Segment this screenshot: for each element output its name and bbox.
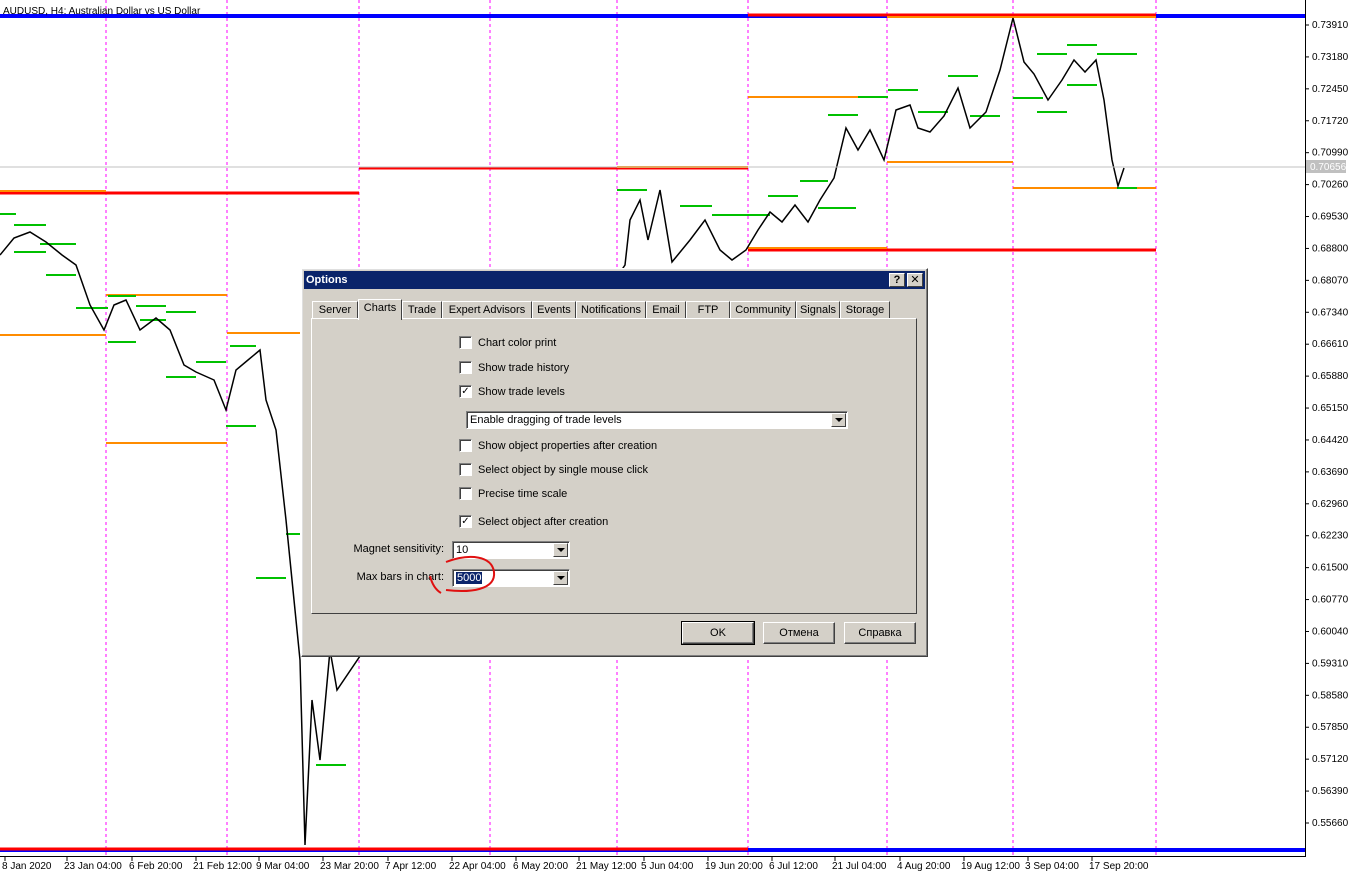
checkbox-precise-time-scale[interactable]: Precise time scale xyxy=(459,486,567,503)
price-tick-label: 0.73910 xyxy=(1312,20,1349,31)
price-tick-label: 0.73180 xyxy=(1312,52,1349,63)
price-tick-label: 0.70260 xyxy=(1312,180,1349,191)
price-tick-label: 0.66610 xyxy=(1312,339,1349,350)
price-tick-label: 0.72450 xyxy=(1312,84,1349,95)
price-tick-label: 0.59310 xyxy=(1312,658,1349,669)
time-axis: 8 Jan 2020 23 Jan 04:00 6 Feb 20:00 21 Feb … xyxy=(2,856,1149,872)
help-icon[interactable]: ? xyxy=(889,273,905,287)
ok-button[interactable]: OK xyxy=(681,621,755,645)
tab-trade[interactable]: Trade xyxy=(402,301,442,319)
price-tick-label: 0.61500 xyxy=(1312,563,1349,574)
checkmark-icon[interactable]: ✓ xyxy=(459,384,472,398)
dialog-titlebar[interactable]: Options ? ✕ xyxy=(304,271,925,289)
price-tick-label: 0.68070 xyxy=(1312,275,1349,286)
help-button[interactable]: Справка xyxy=(844,622,916,644)
price-tick-label: 0.57120 xyxy=(1312,754,1349,765)
checkbox-show-object-properties[interactable]: Show object properties after creation xyxy=(459,438,657,455)
price-tick-label: 0.70990 xyxy=(1312,148,1349,159)
time-tick-label: 21 Feb 12:00 xyxy=(193,861,252,872)
price-tick-label: 0.55660 xyxy=(1312,818,1349,829)
price-tick-label: 0.67340 xyxy=(1312,307,1349,318)
price-tick-label: 0.60040 xyxy=(1312,626,1349,637)
time-tick-label: 19 Jun 20:00 xyxy=(705,861,763,872)
price-tick-label: 0.68800 xyxy=(1312,243,1349,254)
cancel-button[interactable]: Отмена xyxy=(763,622,835,644)
maxbars-label: Max bars in chart: xyxy=(356,571,444,583)
time-tick-label: 17 Sep 20:00 xyxy=(1089,861,1149,872)
tab-expert-advisors[interactable]: Expert Advisors xyxy=(442,301,532,319)
dialog-title: Options xyxy=(306,274,348,286)
time-tick-label: 22 Apr 04:00 xyxy=(449,861,506,872)
time-tick-label: 6 Jul 12:00 xyxy=(769,861,818,872)
time-tick-label: 5 Jun 04:00 xyxy=(641,861,694,872)
price-tick-label: 0.63690 xyxy=(1312,467,1349,478)
tab-notifications[interactable]: Notifications xyxy=(576,301,646,319)
checkbox-box[interactable] xyxy=(459,438,472,452)
tab-events[interactable]: Events xyxy=(532,301,576,319)
checkmark-icon[interactable]: ✓ xyxy=(459,514,472,528)
time-tick-label: 21 Jul 04:00 xyxy=(832,861,887,872)
price-tick-label: 0.69530 xyxy=(1312,212,1349,223)
price-tick-label: 0.64420 xyxy=(1312,435,1349,446)
max-bars-combo[interactable]: 5000 xyxy=(452,569,570,587)
checkbox-box[interactable] xyxy=(459,486,472,500)
tab-charts[interactable]: Charts xyxy=(358,299,402,320)
checkbox-box[interactable] xyxy=(459,462,472,476)
time-tick-label: 21 May 12:00 xyxy=(576,861,637,872)
tab-storage[interactable]: Storage xyxy=(840,301,890,319)
price-tick-label: 0.62960 xyxy=(1312,499,1349,510)
time-tick-label: 3 Sep 04:00 xyxy=(1025,861,1079,872)
checkbox-box[interactable] xyxy=(459,335,472,349)
checkbox-select-single-click[interactable]: Select object by single mouse click xyxy=(459,462,648,479)
time-tick-label: 6 May 20:00 xyxy=(513,861,568,872)
options-dialog: Options ? ✕ Server Charts Trade Expert A… xyxy=(301,268,928,657)
magnet-label: Magnet sensitivity: xyxy=(353,543,444,555)
chart-title: AUDUSD, H4: Australian Dollar vs US Doll… xyxy=(3,6,201,17)
trade-levels-select[interactable]: Enable dragging of trade levels xyxy=(466,411,848,429)
tab-ftp[interactable]: FTP xyxy=(686,301,730,319)
checkbox-select-after-creation[interactable]: ✓ Select object after creation xyxy=(459,514,608,531)
time-tick-label: 9 Mar 04:00 xyxy=(256,861,310,872)
chevron-down-icon[interactable] xyxy=(553,571,568,585)
price-tick-label: 0.71720 xyxy=(1312,116,1349,127)
checkbox-box[interactable] xyxy=(459,360,472,374)
time-tick-label: 6 Feb 20:00 xyxy=(129,861,183,872)
chevron-down-icon[interactable] xyxy=(831,413,846,427)
magnet-sensitivity-combo[interactable]: 10 xyxy=(452,541,570,559)
checkbox-show-trade-history[interactable]: Show trade history xyxy=(459,360,569,377)
price-tick-label: 0.56390 xyxy=(1312,786,1349,797)
time-tick-label: 23 Mar 20:00 xyxy=(320,861,379,872)
close-icon[interactable]: ✕ xyxy=(907,273,923,287)
chevron-down-icon[interactable] xyxy=(553,543,568,557)
price-tick-label: 0.65150 xyxy=(1312,403,1349,414)
time-tick-label: 19 Aug 12:00 xyxy=(961,861,1020,872)
time-tick-label: 7 Apr 12:00 xyxy=(385,861,437,872)
price-tick-label: 0.65880 xyxy=(1312,371,1349,382)
tab-email[interactable]: Email xyxy=(646,301,686,319)
checkbox-show-trade-levels[interactable]: ✓ Show trade levels xyxy=(459,384,565,401)
time-tick-label: 23 Jan 04:00 xyxy=(64,861,122,872)
price-tick-label: 0.57850 xyxy=(1312,722,1349,733)
price-tick-label: 0.58580 xyxy=(1312,690,1349,701)
tab-signals[interactable]: Signals xyxy=(796,301,840,319)
checkbox-chart-color-print[interactable]: Chart color print xyxy=(459,335,556,352)
price-tick-label: 0.62230 xyxy=(1312,531,1349,542)
current-price-label: 0.70656 xyxy=(1310,162,1347,173)
charts-tab-panel: Chart color print Show trade history ✓ Sh… xyxy=(311,318,917,614)
time-tick-label: 4 Aug 20:00 xyxy=(897,861,951,872)
tab-server[interactable]: Server xyxy=(312,301,358,319)
tab-community[interactable]: Community xyxy=(730,301,796,319)
time-tick-label: 8 Jan 2020 xyxy=(2,861,52,872)
price-tick-label: 0.60770 xyxy=(1312,595,1349,606)
price-axis: 0.73910 0.73180 0.72450 0.71720 0.70990 0.702… xyxy=(1305,20,1349,829)
